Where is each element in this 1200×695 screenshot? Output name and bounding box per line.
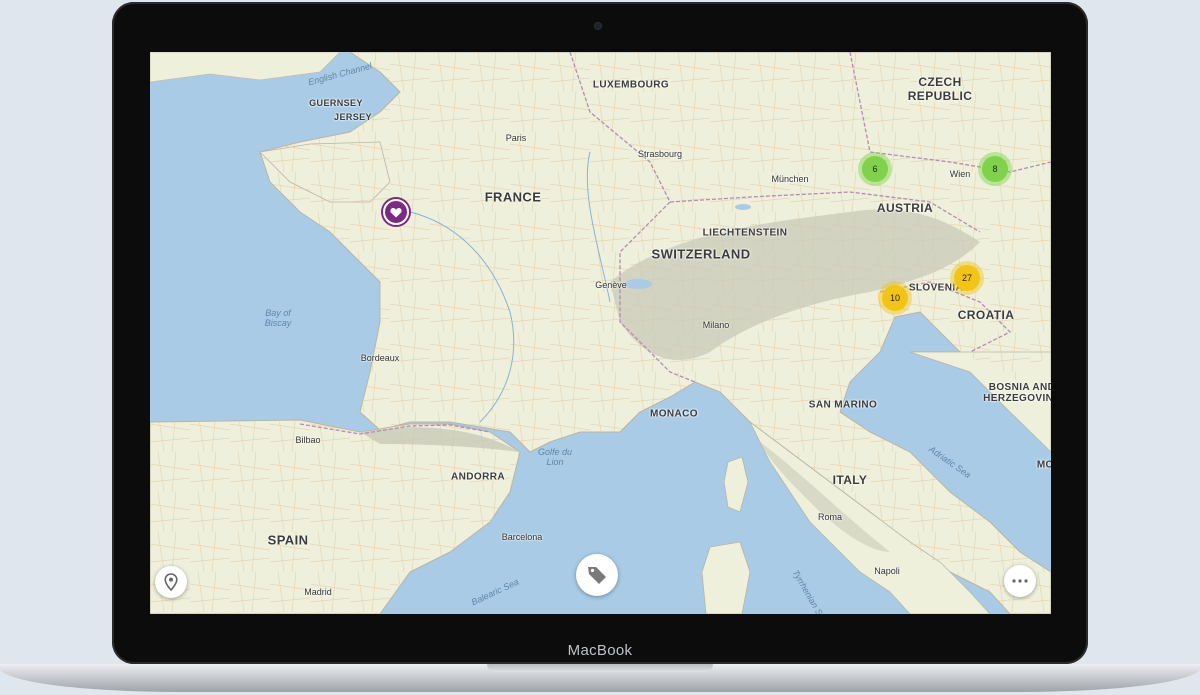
sea-label-golfe-du-lion: Golfe du Lion bbox=[537, 447, 573, 467]
city-label-strasbourg: Strasbourg bbox=[637, 149, 683, 159]
country-label-czech-republic: CZECH REPUBLIC bbox=[907, 75, 973, 103]
country-label-guernsey: GUERNSEY bbox=[309, 98, 363, 108]
more-dots-icon bbox=[1012, 579, 1028, 583]
country-label-andorra: ANDORRA bbox=[451, 471, 505, 483]
cluster-marker[interactable]: 6 bbox=[862, 156, 888, 182]
city-label-geneve: Genève bbox=[595, 280, 627, 290]
heart-icon bbox=[390, 207, 402, 217]
country-label-liechtenstein: LIECHTENSTEIN bbox=[702, 227, 788, 239]
cluster-marker[interactable]: 8 bbox=[982, 156, 1008, 182]
country-label-jersey: JERSEY bbox=[334, 112, 372, 122]
city-label-roma: Roma bbox=[817, 512, 843, 522]
country-label-monaco: MONACO bbox=[650, 408, 698, 420]
webcam bbox=[594, 22, 602, 30]
country-label-luxembourg: LUXEMBOURG bbox=[592, 79, 670, 91]
city-label-milano: Milano bbox=[702, 320, 730, 330]
map-view[interactable]: CZECH REPUBLIC LUXEMBOURG FRANCE SWITZER… bbox=[150, 52, 1051, 614]
country-label-montenegro-partial: MC bbox=[1036, 459, 1051, 471]
country-label-spain: SPAIN bbox=[267, 532, 309, 548]
country-label-bosnia: BOSNIA AND HERZEGOVINA bbox=[983, 382, 1051, 404]
tag-button[interactable] bbox=[576, 554, 618, 596]
city-label-bordeaux: Bordeaux bbox=[360, 353, 400, 363]
country-label-austria: AUSTRIA bbox=[876, 201, 934, 215]
sea-label-bay-of-biscay: Bay of Biscay bbox=[264, 308, 292, 328]
tag-icon bbox=[588, 567, 606, 584]
country-label-croatia: CROATIA bbox=[957, 308, 1015, 322]
city-label-napoli: Napoli bbox=[874, 566, 900, 576]
city-label-barcelona: Barcelona bbox=[501, 532, 543, 542]
city-label-munchen: München bbox=[771, 174, 809, 184]
country-label-switzerland: SWITZERLAND bbox=[651, 246, 751, 262]
device-brand-label: MacBook bbox=[567, 642, 633, 659]
laptop-base-notch bbox=[487, 664, 713, 672]
country-label-france: FRANCE bbox=[484, 189, 542, 205]
favorite-marker[interactable] bbox=[383, 199, 409, 225]
city-label-wien: Wien bbox=[949, 169, 971, 179]
cluster-marker[interactable]: 10 bbox=[882, 285, 908, 311]
country-label-italy: ITALY bbox=[832, 473, 868, 487]
cluster-marker[interactable]: 27 bbox=[954, 265, 980, 291]
locate-button[interactable] bbox=[155, 566, 187, 598]
more-options-button[interactable] bbox=[1004, 565, 1036, 597]
map-base-layer bbox=[150, 52, 1051, 614]
city-label-bilbao: Bilbao bbox=[295, 435, 321, 445]
country-label-san-marino: SAN MARINO bbox=[808, 399, 878, 411]
city-label-paris: Paris bbox=[505, 133, 527, 143]
city-label-madrid: Madrid bbox=[304, 587, 332, 597]
location-pin-icon bbox=[164, 573, 178, 591]
